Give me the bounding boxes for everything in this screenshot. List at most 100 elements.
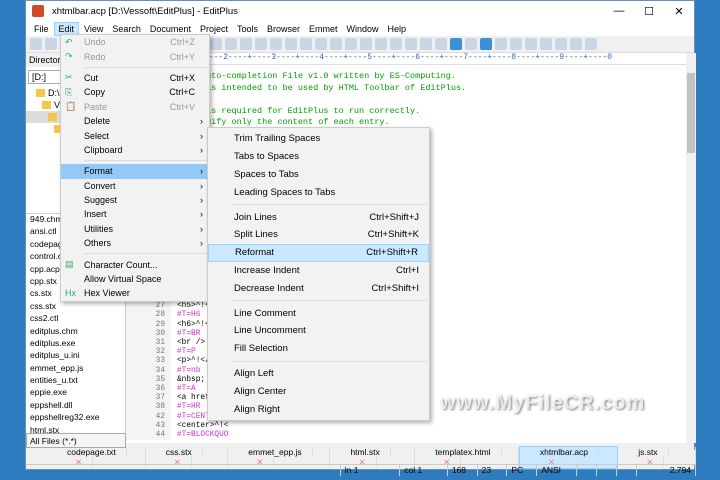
edit-menu-item-paste[interactable]: 📋 Paste Ctrl+V	[61, 100, 209, 114]
toolbar-button-icon[interactable]	[405, 38, 417, 50]
line-text: #T=BR	[177, 329, 201, 338]
format-menu-item-align-center[interactable]: Align Center	[208, 382, 429, 400]
edit-menu-item-character-count-[interactable]: ▤ Character Count...	[61, 257, 209, 271]
toolbar-button-icon[interactable]	[525, 38, 537, 50]
format-menu-item-join-lines[interactable]: Join Lines Ctrl+Shift+J	[208, 208, 429, 226]
edit-menu-item-convert[interactable]: Convert ›	[61, 179, 209, 193]
file-item[interactable]: css2.ctl	[26, 313, 126, 325]
toolbar-button-icon[interactable]	[360, 38, 372, 50]
toolbar-button-icon[interactable]	[450, 38, 462, 50]
toolbar-button-icon[interactable]	[270, 38, 282, 50]
toolbar-button-icon[interactable]	[255, 38, 267, 50]
menu-search[interactable]: Search	[108, 23, 145, 35]
toolbar-button-icon[interactable]	[555, 38, 567, 50]
format-menu-item-line-comment[interactable]: Line Comment	[208, 304, 429, 322]
menu-file[interactable]: File	[30, 23, 53, 35]
toolbar-button-icon[interactable]	[495, 38, 507, 50]
format-menu-item-decrease-indent[interactable]: Decrease Indent Ctrl+Shift+I	[208, 279, 429, 297]
file-item[interactable]: emmet_epp.js	[26, 363, 126, 375]
edit-menu-item-allow-virtual-space[interactable]: Allow Virtual Space	[61, 272, 209, 286]
menu-document[interactable]: Document	[146, 23, 195, 35]
toolbar-button-icon[interactable]	[240, 38, 252, 50]
file-item[interactable]: eppshellreg32.exe	[26, 412, 126, 424]
format-menu-item-fill-selection[interactable]: Fill Selection	[208, 340, 429, 358]
file-item[interactable]: eppie.exe	[26, 387, 126, 399]
menu-window[interactable]: Window	[343, 23, 383, 35]
edit-menu-item-insert[interactable]: Insert ›	[61, 207, 209, 221]
edit-menu-item-copy[interactable]: ⎘ Copy Ctrl+C	[61, 85, 209, 99]
toolbar-button-icon[interactable]	[480, 38, 492, 50]
toolbar-button-icon[interactable]	[420, 38, 432, 50]
chevron-right-icon: ›	[200, 166, 203, 177]
menu-view[interactable]: View	[80, 23, 107, 35]
line-text: <br />	[177, 339, 206, 348]
menu-item-label: Fill Selection	[234, 343, 288, 355]
toolbar-button-icon[interactable]	[570, 38, 582, 50]
toolbar-button-icon[interactable]	[45, 38, 57, 50]
toolbar-button-icon[interactable]	[585, 38, 597, 50]
line-number: 29	[126, 320, 171, 330]
comment-line	[206, 94, 466, 106]
edit-menu-item-redo[interactable]: ↷ Redo Ctrl+Y	[61, 49, 209, 63]
line-text: #T=nb	[177, 366, 201, 375]
toolbar-button-icon[interactable]	[540, 38, 552, 50]
edit-menu-item-suggest[interactable]: Suggest ›	[61, 193, 209, 207]
format-menu-item-increase-indent[interactable]: Increase Indent Ctrl+I	[208, 262, 429, 280]
format-menu-item-trim-trailing-spaces[interactable]: Trim Trailing Spaces	[208, 130, 429, 148]
format-menu-item-reformat[interactable]: Reformat Ctrl+Shift+R	[208, 243, 429, 262]
toolbar-button-icon[interactable]	[300, 38, 312, 50]
menu-item-label: Hex Viewer	[84, 288, 130, 299]
toolbar-button-icon[interactable]	[465, 38, 477, 50]
edit-menu-item-hex-viewer[interactable]: Hx Hex Viewer	[61, 286, 209, 300]
toolbar-button-icon[interactable]	[435, 38, 447, 50]
maximize-button[interactable]: ☐	[634, 1, 664, 21]
file-item[interactable]: css.stx	[26, 301, 126, 313]
edit-menu-item-format[interactable]: Format ›	[61, 164, 209, 179]
edit-menu-item-cut[interactable]: ✂ Cut Ctrl+X	[61, 71, 209, 85]
menu-browser[interactable]: Browser	[263, 23, 304, 35]
file-item[interactable]: editplus.exe	[26, 338, 126, 350]
toolbar-button-icon[interactable]	[285, 38, 297, 50]
toolbar-button-icon[interactable]	[375, 38, 387, 50]
format-menu-item-align-right[interactable]: Align Right	[208, 400, 429, 418]
toolbar-button-icon[interactable]	[330, 38, 342, 50]
menu-emmet[interactable]: Emmet	[305, 23, 342, 35]
menu-tools[interactable]: Tools	[233, 23, 262, 35]
toolbar-button-icon[interactable]	[225, 38, 237, 50]
menu-project[interactable]: Project	[196, 23, 232, 35]
toolbar-button-icon[interactable]	[210, 38, 222, 50]
minimize-button[interactable]: —	[604, 1, 634, 21]
shortcut-label: Ctrl+Shift+J	[369, 211, 419, 223]
line-number: 36	[126, 385, 171, 395]
format-menu-item-tabs-to-spaces[interactable]: Tabs to Spaces	[208, 148, 429, 166]
code-line: 43 <center>^!<	[126, 421, 228, 432]
format-menu-item-spaces-to-tabs[interactable]: Spaces to Tabs	[208, 166, 429, 184]
toolbar-button-icon[interactable]	[390, 38, 402, 50]
menu-help[interactable]: Help	[384, 23, 411, 35]
vertical-scrollbar[interactable]	[686, 53, 696, 443]
toolbar-button-icon[interactable]	[345, 38, 357, 50]
tab-label: xhtmlbar.acp	[529, 446, 600, 457]
format-menu-item-line-uncomment[interactable]: Line Uncomment	[208, 322, 429, 340]
status-spacer	[26, 465, 341, 476]
edit-menu-item-delete[interactable]: Delete ›	[61, 114, 209, 128]
menu-item-label: Align Left	[234, 367, 274, 379]
format-menu-item-align-left[interactable]: Align Left	[208, 365, 429, 383]
edit-menu-item-utilities[interactable]: Utilities ›	[61, 222, 209, 236]
file-item[interactable]: eppshell.dll	[26, 400, 126, 412]
toolbar-button-icon[interactable]	[510, 38, 522, 50]
toolbar-button-icon[interactable]	[30, 38, 42, 50]
format-menu-item-leading-spaces-to-tabs[interactable]: Leading Spaces to Tabs	[208, 183, 429, 201]
menu-separator	[84, 66, 207, 68]
file-item[interactable]: entities_u.txt	[26, 375, 126, 387]
edit-menu-item-select[interactable]: Select ›	[61, 128, 209, 142]
close-button[interactable]: ✕	[664, 1, 694, 21]
edit-menu-item-undo[interactable]: ↶ Undo Ctrl+Z	[61, 35, 209, 49]
toolbar-button-icon[interactable]	[315, 38, 327, 50]
format-menu-item-split-lines[interactable]: Split Lines Ctrl+Shift+K	[208, 226, 429, 244]
edit-menu-item-others[interactable]: Others ›	[61, 236, 209, 250]
file-item[interactable]: editplus.chm	[26, 326, 126, 338]
folder-icon	[42, 101, 51, 109]
edit-menu-item-clipboard[interactable]: Clipboard ›	[61, 143, 209, 157]
file-item[interactable]: editplus_u.ini	[26, 350, 126, 362]
